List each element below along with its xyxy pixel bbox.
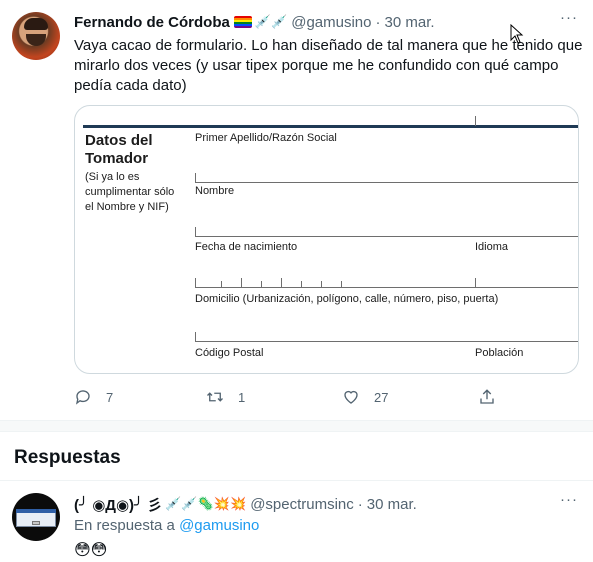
avatar-beard bbox=[26, 34, 46, 46]
form-tick bbox=[195, 332, 196, 341]
reply-mention-link[interactable]: @gamusino bbox=[179, 517, 259, 534]
form-top-bar bbox=[83, 125, 578, 128]
in-reply-prefix: En respuesta a bbox=[74, 517, 175, 534]
reply-author-emojis: 💉💉🦠💥💥 bbox=[165, 496, 247, 512]
tweet-text: Vaya cacao de formulario. Lo han diseñad… bbox=[74, 37, 583, 94]
form-tick bbox=[321, 281, 322, 287]
author-emojis: 💉💉 bbox=[254, 14, 288, 30]
like-count: 27 bbox=[374, 389, 389, 405]
form-title-text: Datos del Tomador bbox=[85, 132, 153, 167]
label-postal: Código Postal bbox=[195, 347, 264, 359]
avatar-hair bbox=[24, 18, 48, 30]
form-tick bbox=[341, 281, 342, 287]
tweet-header: Fernando de Córdoba 💉💉 @gamusino · 30 ma… bbox=[74, 12, 435, 32]
form-tick bbox=[281, 278, 282, 287]
line-name bbox=[195, 236, 578, 237]
label-language: Idioma bbox=[475, 241, 509, 253]
form-tick bbox=[195, 173, 196, 182]
form-tick bbox=[195, 278, 196, 287]
reply-header: (╯ ◉Д◉)╯ 彡 💉💉🦠💥💥 @spectrumsinc · 30 mar. bbox=[74, 494, 417, 514]
author-name[interactable]: Fernando de Córdoba bbox=[74, 14, 230, 31]
form-subtitle: (Si ya lo es cumplimentar sólo el Nombre… bbox=[85, 171, 175, 213]
avatar-window-bar bbox=[16, 509, 56, 513]
reply-count: 7 bbox=[106, 389, 114, 405]
label-name: Nombre bbox=[195, 185, 235, 197]
more-icon[interactable]: ··· bbox=[558, 492, 580, 514]
reply-avatar[interactable] bbox=[12, 493, 60, 541]
form-image: Datos del Tomador (Si ya lo es cumplimen… bbox=[75, 106, 578, 373]
label-surname: Primer Apellido/Razón Social bbox=[195, 132, 337, 144]
reply-author-name[interactable]: (╯ ◉Д◉)╯ 彡 bbox=[74, 494, 162, 515]
in-reply-to: En respuesta a @gamusino bbox=[74, 517, 259, 534]
author-avatar[interactable] bbox=[12, 12, 60, 60]
tweet-time[interactable]: 30 mar. bbox=[385, 14, 435, 31]
tweet-media-image[interactable]: Datos del Tomador (Si ya lo es cumplimen… bbox=[74, 105, 579, 374]
reply-text: 😳😳 bbox=[74, 540, 108, 559]
line-birth bbox=[195, 287, 578, 288]
reply-button[interactable]: 7 bbox=[74, 386, 113, 408]
replies-heading: Respuestas bbox=[14, 447, 121, 468]
line-address bbox=[195, 341, 578, 342]
avatar-window-button bbox=[32, 521, 40, 525]
like-button[interactable]: 27 bbox=[342, 386, 388, 408]
form-tick bbox=[221, 281, 222, 287]
form-tick bbox=[261, 281, 262, 287]
retweet-count: 1 bbox=[238, 389, 246, 405]
separator-dot: · bbox=[357, 495, 363, 513]
line-surname bbox=[195, 182, 578, 183]
form-title: Datos del Tomador bbox=[85, 132, 175, 168]
share-button[interactable] bbox=[478, 386, 510, 408]
author-handle[interactable]: @gamusino bbox=[291, 14, 371, 31]
label-address: Domicilio (Urbanización, polígono, calle… bbox=[195, 293, 499, 305]
label-city: Población bbox=[475, 347, 524, 359]
reply-time[interactable]: 30 mar. bbox=[367, 496, 417, 513]
separator-dot: · bbox=[375, 13, 381, 31]
form-tick bbox=[195, 227, 196, 236]
form-tick bbox=[475, 116, 476, 126]
form-tick bbox=[475, 278, 476, 287]
retweet-icon bbox=[207, 392, 223, 402]
retweet-button[interactable]: 1 bbox=[206, 386, 245, 408]
replies-divider bbox=[0, 480, 593, 481]
more-icon[interactable]: ··· bbox=[558, 10, 580, 32]
share-icon bbox=[480, 389, 494, 404]
label-birth: Fecha de nacimiento bbox=[195, 241, 298, 253]
reply-icon bbox=[75, 390, 90, 405]
section-separator bbox=[0, 420, 593, 432]
form-tick bbox=[241, 278, 242, 287]
tweet[interactable]: Fernando de Córdoba 💉💉 @gamusino · 30 ma… bbox=[0, 0, 593, 420]
rainbow-flag-icon bbox=[233, 16, 252, 28]
tweet-actions: 7 1 27 bbox=[74, 386, 534, 408]
heart-icon bbox=[344, 390, 358, 404]
form-tick bbox=[301, 281, 302, 287]
reply-handle[interactable]: @spectrumsinc bbox=[250, 496, 354, 513]
